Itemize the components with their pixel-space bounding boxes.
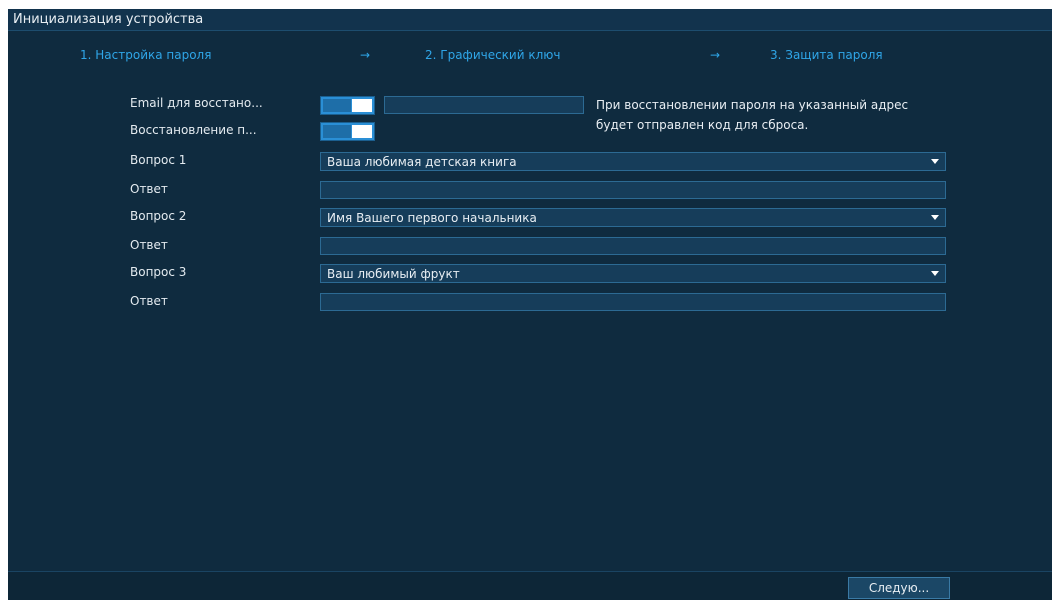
email-hint: При восстановлении пароля на указанный а…: [596, 98, 909, 132]
email-recovery-toggle[interactable]: [320, 96, 375, 115]
answer-2-label: Ответ: [130, 238, 168, 252]
question-3-label: Вопрос 3: [130, 265, 187, 279]
question-2-select[interactable]: Имя Вашего первого начальника: [320, 208, 946, 227]
device-init-window: Инициализация устройства 1. Настройка па…: [8, 9, 1052, 600]
answer-1-label: Ответ: [130, 182, 168, 196]
wizard-steps: 1. Настройка пароля → 2. Графический клю…: [8, 46, 1052, 64]
chevron-down-icon: [931, 215, 939, 220]
email-field[interactable]: [384, 96, 584, 114]
toggle-knob: [352, 99, 372, 112]
step-password-setup: 1. Настройка пароля: [80, 48, 212, 62]
answer-3-label: Ответ: [130, 294, 168, 308]
question-2-value: Имя Вашего первого начальника: [327, 211, 537, 225]
question-1-label: Вопрос 1: [130, 153, 187, 167]
password-recovery-label: Восстановление п...: [130, 123, 257, 137]
toggle-knob: [352, 125, 372, 138]
answer-2-input[interactable]: [320, 237, 946, 255]
password-recovery-toggle[interactable]: [320, 122, 375, 141]
chevron-down-icon: [931, 271, 939, 276]
next-button[interactable]: Следую...: [848, 577, 950, 599]
step-arrow-icon: →: [710, 48, 721, 62]
question-1-value: Ваша любимая детская книга: [327, 155, 517, 169]
footer-bar: Следую...: [8, 571, 1052, 600]
step-password-protection: 3. Защита пароля: [770, 48, 883, 62]
question-3-select[interactable]: Ваш любимый фрукт: [320, 264, 946, 283]
step-arrow-icon: →: [360, 48, 371, 62]
chevron-down-icon: [931, 159, 939, 164]
question-2-label: Вопрос 2: [130, 209, 187, 223]
step-pattern-key: 2. Графический ключ: [425, 48, 561, 62]
answer-3-input[interactable]: [320, 293, 946, 311]
window-title: Инициализация устройства: [13, 12, 204, 27]
question-3-value: Ваш любимый фрукт: [327, 267, 460, 281]
question-1-select[interactable]: Ваша любимая детская книга: [320, 152, 946, 171]
title-bar: Инициализация устройства: [8, 9, 1052, 31]
answer-1-input[interactable]: [320, 181, 946, 199]
email-recovery-label: Email для восстано...: [130, 96, 263, 110]
